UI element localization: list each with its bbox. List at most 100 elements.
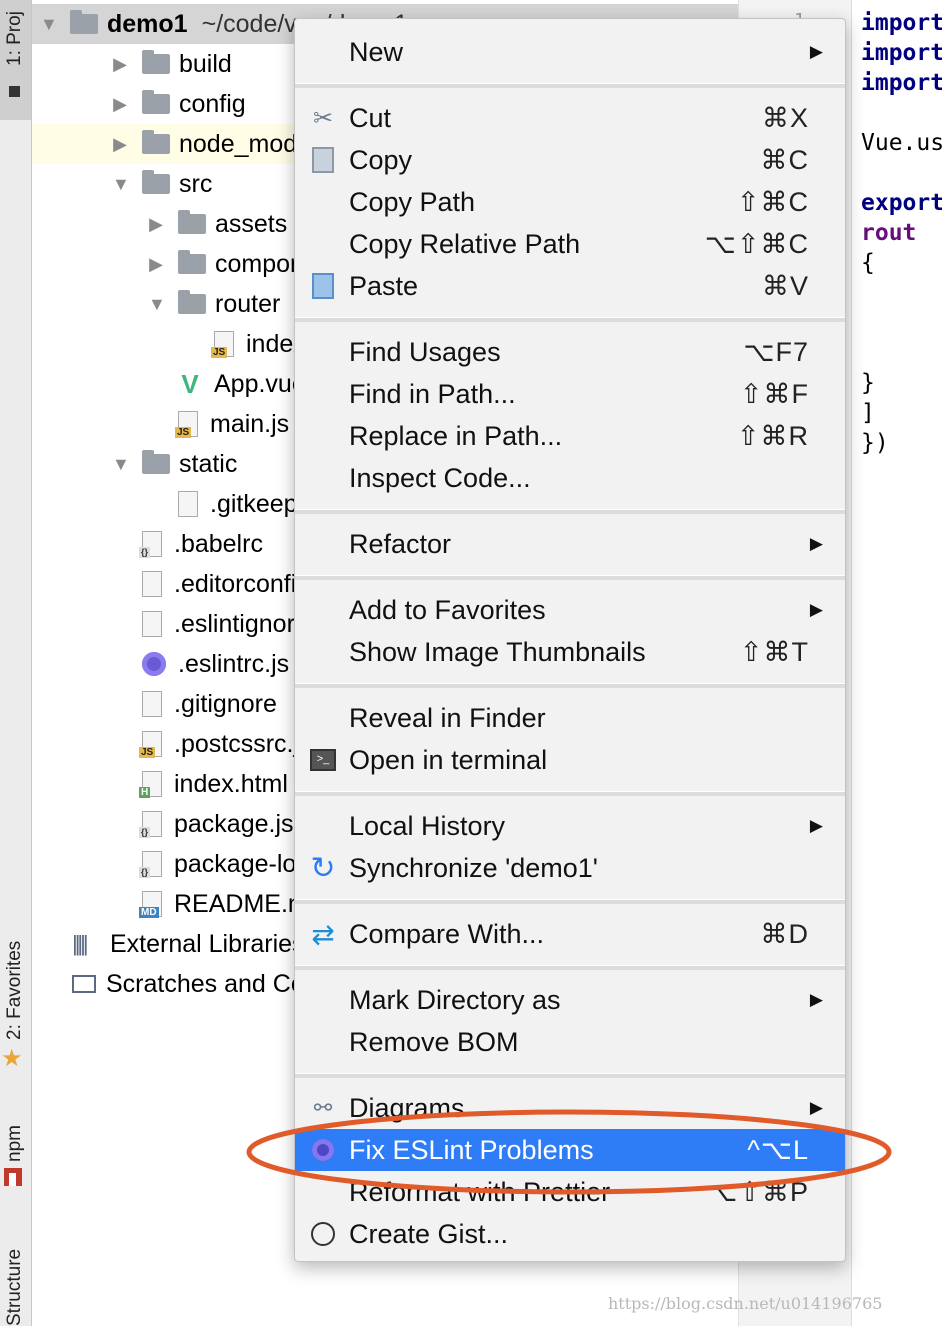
project-tool-tab[interactable]: 1: Proj [0, 0, 31, 120]
menu-item-reveal-in-finder[interactable]: Reveal in Finder [295, 697, 845, 739]
tree-item-label: .gitkeep [210, 489, 298, 518]
menu-item-diagrams[interactable]: ⚯ Diagrams ▶ [295, 1087, 845, 1129]
text-file-icon [142, 611, 162, 637]
menu-item-refactor[interactable]: Refactor ▶ [295, 523, 845, 565]
menu-separator [295, 965, 845, 970]
chevron-down-icon[interactable]: ▼ [112, 454, 130, 475]
menu-item-replace-in-path[interactable]: Replace in Path... ⇧⌘R [295, 415, 845, 457]
menu-item-create-gist[interactable]: Create Gist... [295, 1213, 845, 1255]
menu-item-copy-path[interactable]: Copy Path ⇧⌘C [295, 181, 845, 223]
html-file-icon: H [139, 771, 162, 798]
eslint-icon [142, 652, 166, 676]
submenu-arrow-icon: ▶ [809, 534, 823, 553]
chevron-down-icon[interactable]: ▼ [148, 294, 166, 315]
code-line[interactable]: import [861, 38, 942, 68]
cfg-file-icon: {} [139, 811, 162, 838]
menu-item-reformat-with-prettier[interactable]: Reformat with Prettier ⌥⇧⌘P [295, 1171, 845, 1213]
menu-item-local-history[interactable]: Local History ▶ [295, 805, 845, 847]
code-line[interactable]: { [861, 248, 875, 278]
menu-item-remove-bom[interactable]: Remove BOM [295, 1021, 845, 1063]
diagram-icon: ⚯ [313, 1095, 333, 1120]
scissors-icon: ✂ [312, 104, 334, 132]
menu-separator [295, 791, 845, 796]
tree-item-label: .eslintrc.js [178, 649, 290, 678]
tree-root-label: demo1 [107, 9, 188, 38]
tree-item-label: .babelrc [174, 529, 263, 558]
menu-item-label: Cut [349, 102, 392, 133]
menu-item-shortcut: ⌘V [761, 270, 809, 301]
menu-item-open-in-terminal[interactable]: >_ Open in terminal [295, 739, 845, 781]
menu-item-label: Copy Relative Path [349, 228, 581, 259]
menu-item-copy[interactable]: Copy ⌘C [295, 139, 845, 181]
submenu-arrow-icon: ▶ [809, 1098, 823, 1117]
code-line[interactable]: import [861, 68, 942, 98]
menu-item-label: Compare With... [349, 918, 545, 949]
tree-item-label: .postcssrc.js [174, 729, 312, 758]
menu-item-paste[interactable]: Paste ⌘V [295, 265, 845, 307]
code-line[interactable]: ] [861, 398, 875, 428]
tree-item-label: main.js [210, 409, 290, 438]
star-icon: ★ [1, 1045, 23, 1072]
favorites-tab-label: 2: Favorites [4, 940, 25, 1040]
chevron-right-icon[interactable]: ▶ [148, 254, 164, 275]
chevron-down-icon[interactable]: ▼ [112, 174, 130, 195]
menu-item-fix-eslint-problems[interactable]: Fix ESLint Problems ^⌥L [295, 1129, 845, 1171]
tree-item-label: src [179, 169, 213, 198]
menu-item-label: Mark Directory as [349, 984, 561, 1015]
chevron-right-icon[interactable]: ▶ [148, 214, 164, 235]
chevron-right-icon[interactable]: ▶ [112, 54, 128, 75]
tool-window-toggle-icon [9, 86, 20, 97]
menu-separator [295, 575, 845, 580]
js-file-icon: JS [175, 411, 198, 438]
menu-item-show-image-thumbnails[interactable]: Show Image Thumbnails ⇧⌘T [295, 631, 845, 673]
folder-icon [70, 10, 98, 34]
menu-item-add-to-favorites[interactable]: Add to Favorites ▶ [295, 589, 845, 631]
menu-item-inspect-code[interactable]: Inspect Code... [295, 457, 845, 499]
code-line[interactable]: import [861, 8, 942, 38]
tree-item-label: static [179, 449, 238, 478]
file-type-badge: H [139, 787, 151, 798]
vue-file-icon: V [181, 368, 199, 399]
chevron-right-icon[interactable]: ▶ [112, 94, 128, 115]
menu-separator [295, 317, 845, 322]
menu-separator [295, 683, 845, 688]
project-tab-label: 1: Proj [4, 11, 25, 66]
menu-item-new[interactable]: New ▶ [295, 31, 845, 73]
folder-icon [142, 130, 170, 154]
code-line[interactable]: Vue.us [861, 128, 942, 158]
menu-item-find-usages[interactable]: Find Usages ⌥F7 [295, 331, 845, 373]
menu-item-label: Find in Path... [349, 378, 516, 409]
menu-item-label: Diagrams [349, 1092, 465, 1123]
folder-icon [178, 250, 206, 274]
menu-item-label: Synchronize 'demo1' [349, 852, 598, 883]
menu-item-label: Add to Favorites [349, 594, 546, 625]
code-line[interactable]: export [861, 188, 942, 218]
tree-item-label: index.html [174, 769, 288, 798]
code-line[interactable]: }) [861, 428, 889, 458]
file-type-badge: {} [139, 867, 151, 878]
text-file-icon [142, 691, 162, 717]
menu-item-synchronize-demo1[interactable]: ↻ Synchronize 'demo1' [295, 847, 845, 889]
watermark: https://blog.csdn.net/u014196765 [608, 1294, 883, 1313]
menu-item-cut[interactable]: ✂ Cut ⌘X [295, 97, 845, 139]
menu-item-copy-relative-path[interactable]: Copy Relative Path ⌥⇧⌘C [295, 223, 845, 265]
text-file-icon [142, 571, 162, 597]
menu-item-mark-directory-as[interactable]: Mark Directory as ▶ [295, 979, 845, 1021]
tree-item-label: .eslintignore [174, 609, 309, 638]
menu-item-label: Remove BOM [349, 1026, 519, 1057]
menu-item-label: Fix ESLint Problems [349, 1134, 594, 1165]
menu-item-shortcut: ⌥F7 [743, 336, 809, 367]
compare-icon: ⇄ [311, 918, 335, 950]
menu-item-label: Reveal in Finder [349, 702, 546, 733]
menu-item-compare-with[interactable]: ⇄ Compare With... ⌘D [295, 913, 845, 955]
menu-item-find-in-path[interactable]: Find in Path... ⇧⌘F [295, 373, 845, 415]
paste-icon [309, 272, 337, 300]
code-line[interactable]: } [861, 368, 875, 398]
menu-item-label: Copy Path [349, 186, 476, 217]
chevron-right-icon[interactable]: ▶ [112, 134, 128, 155]
menu-item-shortcut: ⌘C [760, 144, 809, 175]
menu-item-shortcut: ⇧⌘F [739, 378, 809, 409]
code-line[interactable]: rout [861, 218, 916, 248]
chevron-down-icon[interactable]: ▼ [40, 14, 58, 35]
submenu-arrow-icon: ▶ [809, 42, 823, 61]
